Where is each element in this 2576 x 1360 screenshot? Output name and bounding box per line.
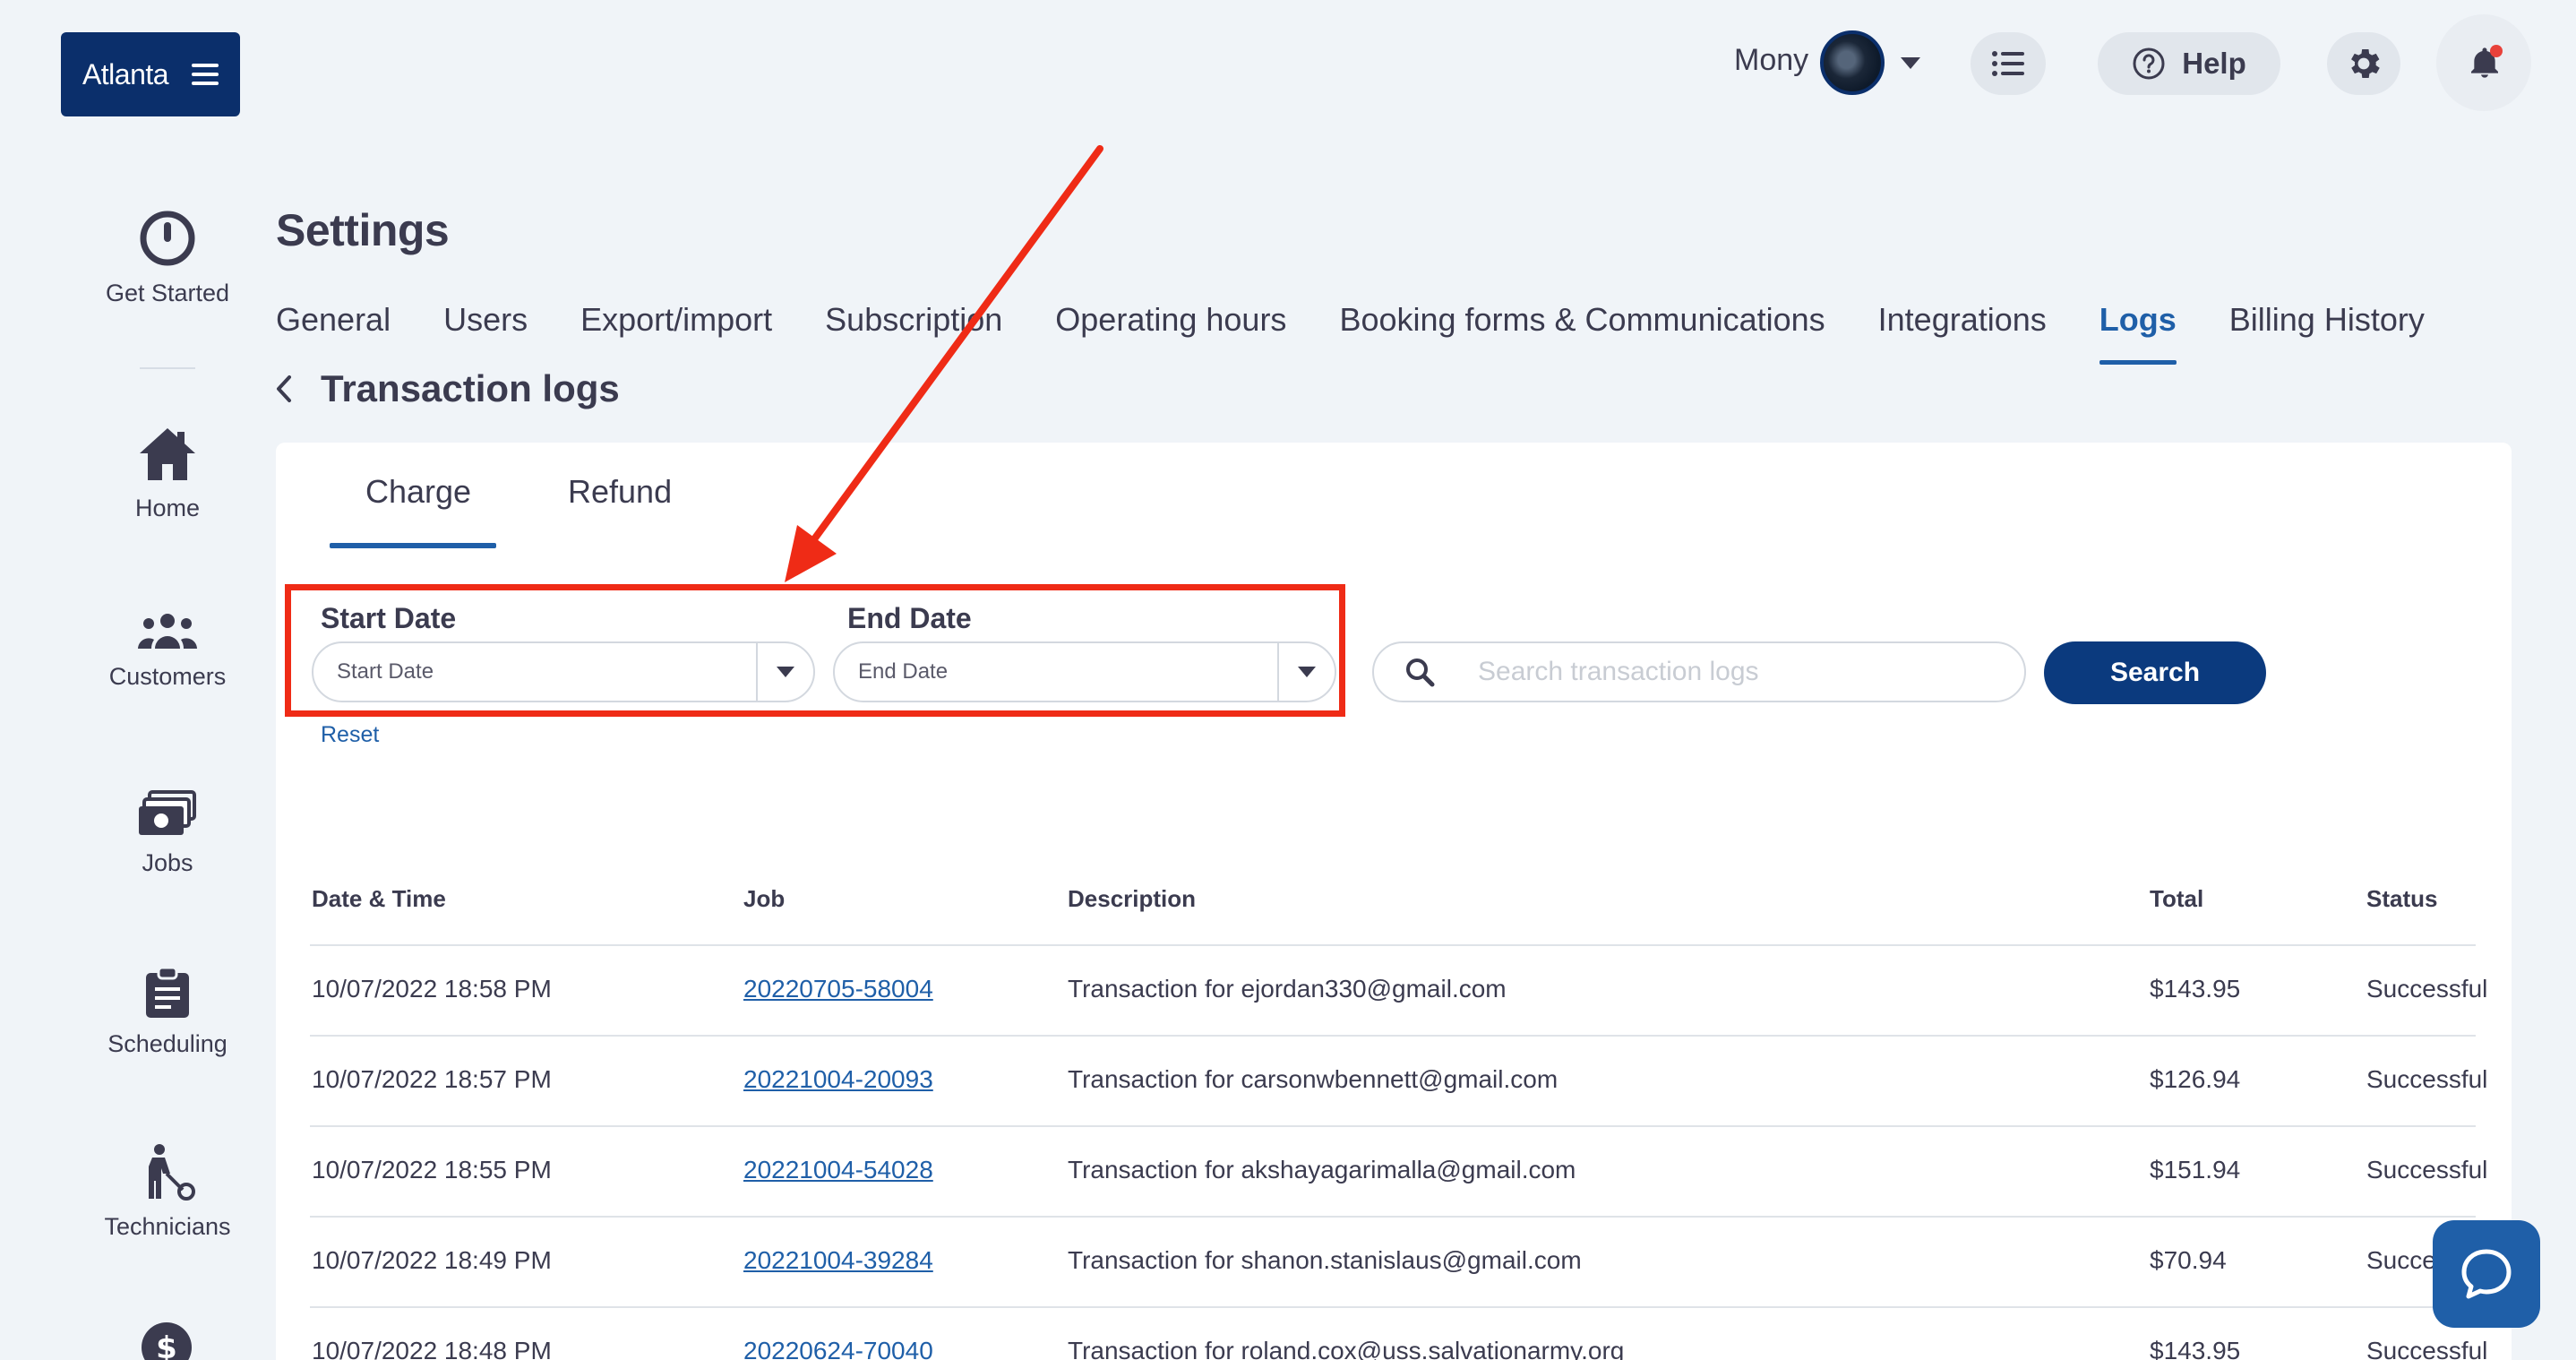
- svg-text:$: $: [156, 1330, 177, 1360]
- list-icon: [1992, 51, 2024, 76]
- cell-total: $126.94: [2150, 1065, 2241, 1093]
- cell-date: 10/07/2022 18:57 PM: [312, 1065, 552, 1093]
- notifications-button[interactable]: [2436, 14, 2531, 111]
- cell-date: 10/07/2022 18:58 PM: [312, 975, 552, 1003]
- status-text: Successful: [2366, 975, 2488, 1003]
- sidebar-item-label: Customers: [108, 663, 227, 690]
- sidebar-item-label: Scheduling: [107, 1030, 228, 1057]
- power-icon: [140, 211, 195, 266]
- column-header-total: Total: [2150, 885, 2204, 912]
- clipboard-icon: [146, 968, 189, 1018]
- brand-menu-button[interactable]: Atlanta: [61, 32, 240, 116]
- gear-icon: [2351, 49, 2380, 78]
- sidebar-item-label: Jobs: [142, 849, 193, 876]
- breadcrumb: Transaction logs: [274, 367, 620, 410]
- chevron-down-icon[interactable]: [1901, 57, 1920, 69]
- job-link[interactable]: 20220624-70040: [743, 1337, 933, 1360]
- cell-description: Transaction for roland.cox@uss.salvation…: [1068, 1337, 1625, 1360]
- list-view-button[interactable]: [1971, 32, 2046, 95]
- search-icon: [1406, 658, 1435, 687]
- sidebar-item-label: Get Started: [105, 280, 230, 306]
- cell-description: Transaction for akshayagarimalla@gmail.c…: [1068, 1156, 1576, 1184]
- row-divider: [310, 1035, 2476, 1037]
- users-icon: [138, 614, 197, 649]
- sidebar-item-customers[interactable]: Customers: [72, 613, 263, 691]
- chat-button[interactable]: [2433, 1220, 2540, 1328]
- cash-stack-icon: [139, 790, 196, 835]
- avatar[interactable]: [1820, 30, 1885, 95]
- tab-general[interactable]: General: [276, 301, 391, 339]
- tab-integrations[interactable]: Integrations: [1878, 301, 2047, 339]
- section-title: Transaction logs: [321, 367, 620, 409]
- tab-logs[interactable]: Logs: [2099, 301, 2177, 365]
- sidebar-item-jobs[interactable]: Jobs: [72, 790, 263, 877]
- page-title: Settings: [276, 205, 450, 255]
- sidebar-item-scheduling[interactable]: Scheduling: [72, 968, 263, 1058]
- reset-link[interactable]: Reset: [321, 722, 379, 748]
- cell-total: $70.94: [2150, 1246, 2227, 1274]
- hamburger-icon: [192, 64, 219, 85]
- status-text: Successful: [2366, 1337, 2488, 1360]
- cell-total: $151.94: [2150, 1156, 2241, 1184]
- tab-export-import[interactable]: Export/import: [580, 301, 772, 339]
- job-link[interactable]: 20220705-58004: [743, 975, 933, 1003]
- settings-button[interactable]: [2327, 32, 2400, 95]
- column-header-status: Status: [2366, 885, 2438, 912]
- row-divider: [310, 1216, 2476, 1218]
- cell-total: $143.95: [2150, 1337, 2241, 1360]
- question-circle-icon: [2133, 47, 2165, 80]
- sidebar-item-label: Technicians: [104, 1213, 231, 1240]
- tab-billing-history[interactable]: Billing History: [2229, 301, 2425, 339]
- notification-dot: [2490, 45, 2503, 57]
- row-divider: [310, 944, 2476, 946]
- cell-description: Transaction for carsonwbennett@gmail.com: [1068, 1065, 1558, 1093]
- chevron-left-icon[interactable]: [274, 374, 294, 404]
- help-label: Help: [2182, 47, 2246, 80]
- row-divider: [310, 1306, 2476, 1308]
- column-header-description: Description: [1068, 885, 1197, 912]
- settings-tabs: General Users Export/import Subscription…: [276, 301, 2425, 365]
- job-link[interactable]: 20221004-54028: [743, 1156, 933, 1184]
- search-button[interactable]: Search: [2044, 641, 2266, 704]
- tab-refund[interactable]: Refund: [568, 473, 672, 511]
- tab-booking-forms[interactable]: Booking forms & Communications: [1339, 301, 1825, 339]
- home-icon: [140, 428, 195, 480]
- row-divider: [310, 1125, 2476, 1127]
- sidebar-item-label: Home: [134, 495, 201, 521]
- cell-total: $143.95: [2150, 975, 2241, 1003]
- column-header-job: Job: [743, 885, 786, 912]
- cell-date: 10/07/2022 18:48 PM: [312, 1337, 552, 1360]
- cell-description: Transaction for ejordan330@gmail.com: [1068, 975, 1507, 1003]
- chat-bubble-icon: [2461, 1249, 2512, 1299]
- sidebar-item-home[interactable]: Home: [72, 426, 263, 522]
- tab-charge[interactable]: Charge: [365, 473, 471, 511]
- active-tab-indicator: [330, 543, 496, 548]
- annotation-highlight-box: [285, 584, 1345, 717]
- search-field[interactable]: [1372, 641, 2026, 702]
- tab-operating-hours[interactable]: Operating hours: [1055, 301, 1286, 339]
- status-text: Successful: [2366, 1065, 2488, 1093]
- technician-icon: [149, 1144, 195, 1201]
- cell-date: 10/07/2022 18:55 PM: [312, 1156, 552, 1184]
- sidebar-item-get-started[interactable]: Get Started: [72, 210, 263, 307]
- tab-subscription[interactable]: Subscription: [825, 301, 1002, 339]
- brand-name: Atlanta: [82, 57, 169, 90]
- user-name[interactable]: Mony: [1734, 43, 1808, 78]
- job-link[interactable]: 20221004-39284: [743, 1246, 933, 1275]
- status-text: Successful: [2366, 1156, 2488, 1184]
- cell-date: 10/07/2022 18:49 PM: [312, 1246, 552, 1274]
- job-link[interactable]: 20221004-20093: [743, 1065, 933, 1094]
- sidebar-item-technicians[interactable]: Technicians: [72, 1143, 263, 1241]
- tab-users[interactable]: Users: [443, 301, 528, 339]
- dollar-icon[interactable]: $: [140, 1321, 193, 1360]
- cell-description: Transaction for shanon.stanislaus@gmail.…: [1068, 1246, 1582, 1274]
- sidebar-divider: [140, 367, 195, 369]
- help-button[interactable]: Help: [2098, 32, 2280, 95]
- search-input[interactable]: [1455, 657, 2024, 687]
- column-header-date: Date & Time: [312, 885, 446, 912]
